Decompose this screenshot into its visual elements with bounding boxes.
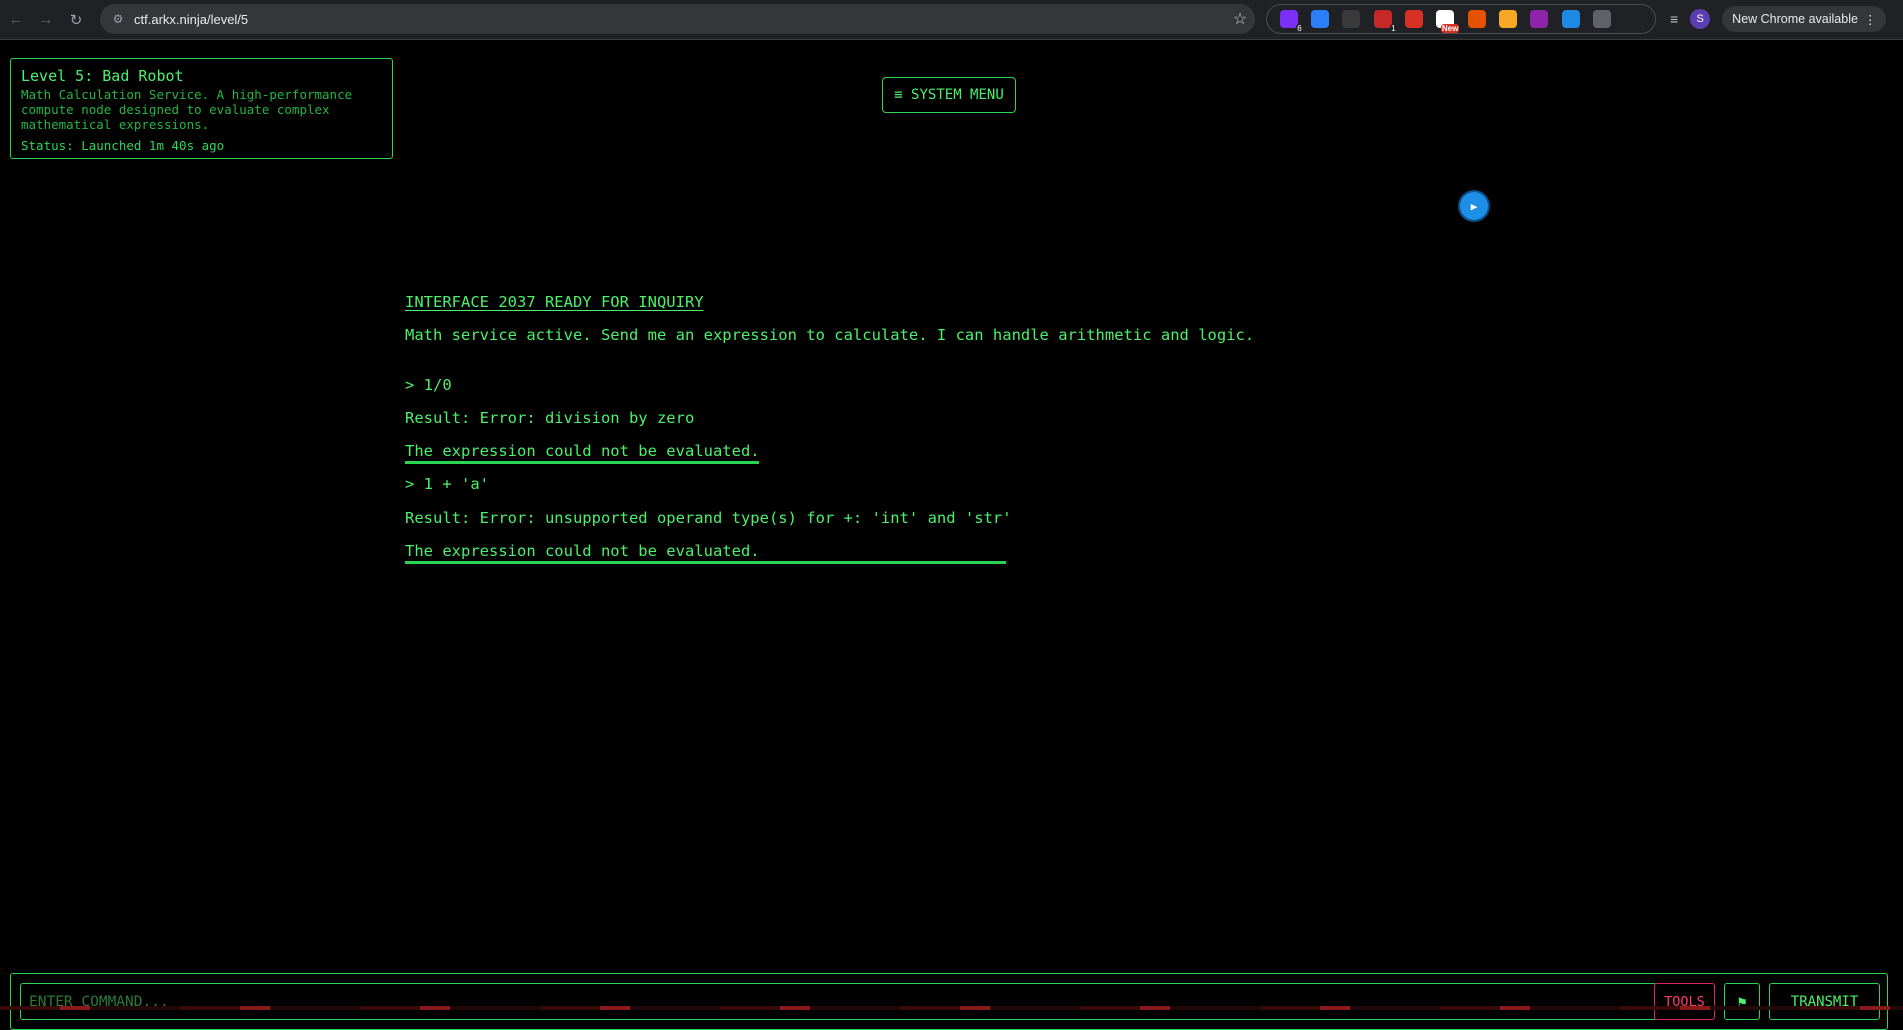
page-content: Level 5: Bad Robot Math Calculation Serv… bbox=[0, 40, 1903, 1030]
extension-badge: 6 bbox=[1296, 24, 1303, 33]
update-label: New Chrome available bbox=[1732, 12, 1858, 26]
puzzle-extension-icon[interactable] bbox=[1624, 10, 1643, 28]
site-info-icon[interactable]: ⚙ bbox=[110, 11, 126, 27]
address-bar[interactable]: ⚙ ctf.arkx.ninja/level/5 ☆ bbox=[100, 4, 1255, 34]
terminal-intro: Math service active. Send me an expressi… bbox=[405, 326, 1255, 344]
bookmark-star-icon[interactable]: ☆ bbox=[1225, 9, 1255, 29]
error-note-text: The expression could not be evaluated. bbox=[405, 541, 1006, 564]
terminal-header: INTERFACE 2037 READY FOR INQUIRY bbox=[405, 293, 704, 311]
chrome-right-controls: ≡ S New Chrome available ⋮ bbox=[1670, 5, 1887, 33]
command-input[interactable] bbox=[20, 983, 1657, 1020]
reload-icon[interactable]: ↻ bbox=[62, 6, 90, 34]
image-extension-icon[interactable] bbox=[1561, 10, 1580, 28]
terminal-error-note: The expression could not be evaluated. bbox=[405, 541, 1006, 564]
terminal-error-note: The expression could not be evaluated. bbox=[405, 441, 760, 464]
terminal-result: Result: Error: division by zero bbox=[405, 409, 695, 427]
browser-toolbar: ← → ↻ ⚙ ctf.arkx.ninja/level/5 ☆ 6 1 New ≡… bbox=[0, 0, 1903, 40]
profile-avatar[interactable]: S bbox=[1690, 9, 1711, 29]
url-text[interactable]: ctf.arkx.ninja/level/5 bbox=[134, 12, 1225, 27]
level-title: Level 5: Bad Robot bbox=[21, 67, 184, 85]
extension-badge: 1 bbox=[1390, 24, 1397, 33]
back-arrow-icon[interactable]: ← bbox=[2, 6, 30, 34]
bottom-decor-strip bbox=[0, 1006, 1903, 1010]
v-extension-icon[interactable] bbox=[1342, 10, 1361, 28]
extension-badge: New bbox=[1440, 24, 1460, 33]
error-note-text: The expression could not be evaluated. bbox=[405, 441, 760, 464]
new-extension-icon[interactable]: New bbox=[1436, 10, 1460, 33]
level-description-line: mathematical expressions. bbox=[21, 117, 210, 132]
smiley-extension-icon[interactable] bbox=[1498, 10, 1517, 28]
transmit-button[interactable]: TRANSMIT bbox=[1769, 983, 1880, 1020]
update-chrome-button[interactable]: New Chrome available ⋮ bbox=[1722, 6, 1887, 32]
purple-extension-icon[interactable]: 6 bbox=[1279, 10, 1303, 33]
diamond-extension-icon[interactable] bbox=[1530, 10, 1549, 28]
cookie-extension-icon[interactable] bbox=[1467, 10, 1486, 28]
reading-list-icon[interactable]: ≡ bbox=[1670, 11, 1678, 27]
extensions-bar: 6 1 New bbox=[1266, 4, 1656, 34]
more-menu-icon: ⋮ bbox=[1863, 12, 1877, 27]
level-info-panel: Level 5: Bad Robot Math Calculation Serv… bbox=[10, 58, 393, 159]
red-extension-icon[interactable]: 1 bbox=[1373, 10, 1397, 33]
tools-button[interactable]: TOOLS bbox=[1654, 983, 1715, 1020]
play-icon[interactable]: ▶ bbox=[1460, 192, 1488, 220]
level-description-line: Math Calculation Service. A high-perform… bbox=[21, 87, 353, 102]
forward-arrow-icon[interactable]: → bbox=[32, 6, 60, 34]
fj-extension-icon[interactable] bbox=[1310, 10, 1329, 28]
system-menu-button[interactable]: ≡ SYSTEM MENU bbox=[882, 77, 1016, 113]
flag-button[interactable]: ⚑ bbox=[1724, 983, 1760, 1020]
level-status: Status: Launched 1m 40s ago bbox=[21, 138, 225, 153]
terminal-result: Result: Error: unsupported operand type(… bbox=[405, 509, 1012, 527]
camera-extension-icon[interactable] bbox=[1404, 10, 1423, 28]
cursor-extension-icon[interactable] bbox=[1592, 10, 1611, 28]
level-description: Math Calculation Service. A high-perform… bbox=[21, 87, 382, 132]
terminal-prompt: > 1 + 'a' bbox=[405, 475, 489, 493]
command-bar: TOOLS ⚑ TRANSMIT bbox=[10, 973, 1888, 1030]
terminal-prompt: > 1/0 bbox=[405, 376, 452, 394]
level-description-line: compute node designed to evaluate comple… bbox=[21, 102, 330, 117]
